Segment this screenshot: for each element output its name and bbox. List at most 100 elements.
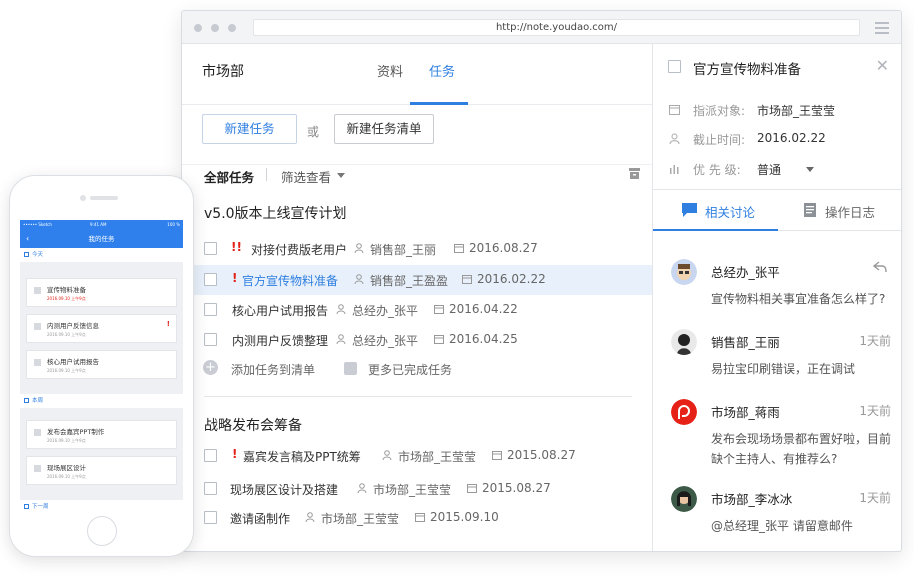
task-checkbox[interactable] xyxy=(204,449,217,462)
phone-task-card[interactable]: 核心用户试用报告 2016.09.10 上午9点 xyxy=(26,350,177,379)
priority-high-icon: ! xyxy=(166,320,170,328)
comment-author: 销售部_王丽 xyxy=(711,335,780,350)
task-row[interactable]: !! 对接付费版老用户 销售部_王丽 2016.08.27 xyxy=(182,234,652,264)
all-tasks-label[interactable]: 全部任务 xyxy=(204,167,254,186)
task-title: 内测用户反馈信息 xyxy=(47,322,99,330)
task-title[interactable]: 内测用户反馈整理 xyxy=(232,332,328,349)
chevron-down-icon[interactable] xyxy=(806,167,814,172)
detail-tabs: 相关讨论 操作日志 xyxy=(653,189,901,231)
phone-task-card[interactable]: 现场展区设计 2016.09.10 上午9点 xyxy=(26,456,177,485)
person-icon xyxy=(669,133,680,144)
active-tab-indicator xyxy=(653,229,778,231)
bar-chart-icon xyxy=(670,165,679,174)
home-button[interactable] xyxy=(87,516,117,546)
task-checkbox[interactable] xyxy=(204,273,217,286)
calendar-icon xyxy=(492,451,502,460)
task-title[interactable]: 核心用户试用报告 xyxy=(232,302,328,319)
task-title[interactable]: 官方宣传物料准备 xyxy=(242,272,338,289)
reply-icon[interactable] xyxy=(873,261,887,273)
menu-icon[interactable] xyxy=(875,22,889,37)
task-row-selected[interactable]: ! 官方宣传物料准备 销售部_王盈盈 2016.02.22 xyxy=(182,265,652,295)
task-title: 现场展区设计 xyxy=(47,464,86,472)
task-checkbox[interactable] xyxy=(34,359,41,366)
phone-task-card[interactable]: 宣传物料准备 2016.09.10 上午9点 xyxy=(26,278,177,307)
avatar[interactable] xyxy=(671,486,697,512)
person-icon xyxy=(354,274,364,284)
new-task-button[interactable]: 新建任务 xyxy=(202,114,297,144)
task-title[interactable]: 嘉宾发言稿及PPT统筹 xyxy=(243,448,361,465)
priority-high-icon: !! xyxy=(231,240,242,254)
archive-icon[interactable] xyxy=(629,168,640,179)
window-dot-icon[interactable] xyxy=(194,24,202,32)
window-controls xyxy=(194,24,236,32)
field-label: 指派对象: xyxy=(693,104,746,118)
new-task-list-button[interactable]: 新建任务清单 xyxy=(334,114,434,144)
department-title: 市场部 xyxy=(202,64,244,80)
detail-task-title[interactable]: 官方宣传物料准备 xyxy=(693,58,801,78)
task-title: 宣传物料准备 xyxy=(47,286,86,294)
task-row[interactable]: 内测用户反馈整理 总经办_张平 2016.04.25 xyxy=(182,325,652,355)
task-checkbox[interactable] xyxy=(204,242,217,255)
field-value[interactable]: 2016.02.22 xyxy=(757,131,826,145)
comment-author: 市场部_蒋雨 xyxy=(711,405,780,420)
add-task-link[interactable]: 添加任务到清单 xyxy=(231,361,315,378)
calendar-icon xyxy=(415,513,425,522)
priority-dropdown[interactable]: 普通 xyxy=(757,161,781,178)
avatar[interactable] xyxy=(671,399,697,425)
comment-text: 宣传物料相关事宜准备怎么样了? xyxy=(711,292,886,306)
window-dot-icon[interactable] xyxy=(228,24,236,32)
task-checkbox[interactable] xyxy=(204,333,217,346)
chevron-down-icon[interactable] xyxy=(337,173,345,178)
more-completed-link[interactable]: 更多已完成任务 xyxy=(368,361,452,378)
section-label: 下一周 xyxy=(32,504,49,510)
calendar-icon xyxy=(24,398,29,403)
task-detail-panel: 官方宣传物料准备 ✕ 指派对象: 市场部_王莹莹 截止时间: 2016.02.2… xyxy=(652,44,901,551)
phone-task-card[interactable]: 内测用户反馈信息 2016.09.10 上午9点 ! xyxy=(26,314,177,343)
section-label: 今天 xyxy=(32,252,44,258)
task-checkbox[interactable] xyxy=(34,323,41,330)
phone-status-bar: •••••• Sketch 9:41 AM 100 % xyxy=(20,220,183,230)
person-icon xyxy=(336,334,346,344)
task-title[interactable]: 邀请函制作 xyxy=(230,510,290,527)
task-row[interactable]: 核心用户试用报告 总经办_张平 2016.04.22 xyxy=(182,295,652,325)
phone-task-card[interactable]: 发布会嘉宾PPT制作 2016.09.10 上午9点 xyxy=(26,420,177,449)
detail-task-checkbox[interactable] xyxy=(668,60,681,73)
task-due-date: 2016.04.22 xyxy=(449,302,518,316)
avatar[interactable] xyxy=(671,259,697,285)
avatar[interactable] xyxy=(671,329,697,355)
back-icon[interactable]: ‹ xyxy=(26,230,29,248)
filter-dropdown[interactable]: 筛选查看 xyxy=(281,167,331,186)
task-assignee: 总经办_张平 xyxy=(352,334,419,348)
plus-icon[interactable]: + xyxy=(203,360,218,375)
calendar-icon xyxy=(669,105,680,115)
task-row[interactable]: ! 嘉宾发言稿及PPT统筹 市场部_王莹莹 2015.08.27 xyxy=(182,441,652,471)
comment-text: 发布会现场场景都布置好啦，目前缺个主持人、有推荐么? xyxy=(711,432,892,466)
camera-icon xyxy=(80,195,86,201)
task-title[interactable]: 对接付费版老用户 xyxy=(251,241,347,258)
task-checkbox[interactable] xyxy=(34,287,41,294)
window-dot-icon[interactable] xyxy=(211,24,219,32)
task-checkbox[interactable] xyxy=(204,303,217,316)
task-checkbox[interactable] xyxy=(34,465,41,472)
section-today: 今天 xyxy=(20,248,183,262)
task-checkbox[interactable] xyxy=(204,482,217,495)
task-meta: 2016.09.10 上午9点 xyxy=(47,296,86,301)
tab-materials[interactable]: 资料 xyxy=(377,61,403,80)
task-checkbox[interactable] xyxy=(204,511,217,524)
field-value[interactable]: 市场部_王莹莹 xyxy=(757,102,835,119)
tab-activity-log[interactable]: 操作日志 xyxy=(825,202,875,221)
tab-tasks[interactable]: 任务 xyxy=(429,61,455,80)
task-due-date: 2016.02.22 xyxy=(477,272,546,286)
close-icon[interactable]: ✕ xyxy=(876,56,889,75)
task-assignee: 市场部_王莹莹 xyxy=(398,450,477,464)
address-bar[interactable]: http://note.youdao.com/ xyxy=(253,19,860,36)
task-due-date: 2015.08.27 xyxy=(482,481,551,495)
tab-discussion[interactable]: 相关讨论 xyxy=(705,202,755,221)
top-bar: 市场部 资料 任务 xyxy=(182,44,652,105)
task-row[interactable]: 邀请函制作 市场部_王莹莹 2015.09.10 xyxy=(182,503,652,533)
task-title[interactable]: 现场展区设计及搭建 xyxy=(230,481,338,498)
calendar-icon xyxy=(454,244,464,253)
task-checkbox[interactable] xyxy=(34,429,41,436)
task-row[interactable]: 现场展区设计及搭建 市场部_王莹莹 2015.08.27 xyxy=(182,474,652,504)
add-task-row[interactable]: + 添加任务到清单 更多已完成任务 xyxy=(182,354,652,384)
